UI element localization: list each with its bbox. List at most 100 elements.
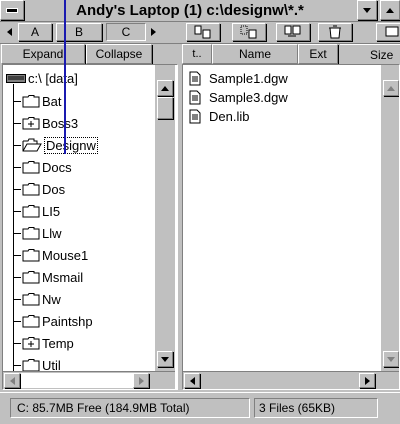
document-icon <box>189 90 201 105</box>
folder-icon <box>22 314 40 328</box>
tree-scroll-up-button[interactable] <box>157 80 173 96</box>
file-horizontal-scrollbar[interactable] <box>183 371 399 389</box>
maximize-button[interactable] <box>380 0 400 20</box>
column-ext-label: Ext <box>309 47 327 61</box>
drive-c-label: C <box>121 25 131 39</box>
collapse-button[interactable]: Collapse <box>86 44 152 64</box>
tree-scroll-down-button[interactable] <box>157 351 173 367</box>
file-list-pane[interactable]: Sample1.dgw Sample3.dgw Den.lib <box>182 64 400 390</box>
sort-button[interactable]: t.. <box>182 44 212 64</box>
arrow-down-icon <box>161 356 169 362</box>
tree-item-paintshp[interactable]: Paintshp <box>13 310 93 332</box>
column-name-label: Name <box>238 47 271 61</box>
tree-scroll-left-button[interactable] <box>4 373 20 388</box>
column-header-ext[interactable]: Ext <box>298 44 338 64</box>
tree-item-label: Bat <box>42 93 62 109</box>
move-icon <box>240 25 257 39</box>
tree-item-docs[interactable]: Docs <box>13 156 72 178</box>
drive-b-button[interactable]: B <box>56 23 102 41</box>
tree-item-label: Boss3 <box>42 115 79 131</box>
tree-item-li5[interactable]: LI5 <box>13 200 60 222</box>
tree-item-label: Designw <box>44 136 98 154</box>
trash-icon <box>329 25 341 39</box>
tree-connector <box>13 122 21 124</box>
tree-scroll-thumb[interactable] <box>157 97 173 119</box>
file-scroll-down-button[interactable] <box>383 351 399 367</box>
tree-pane[interactable]: c:\ [data] Bat Boss3 Designw Docs Dos LI5 Llw M… <box>2 64 178 390</box>
view-button[interactable] <box>376 23 400 41</box>
tree-item-bat[interactable]: Bat <box>13 90 62 112</box>
drive-c-button[interactable]: C <box>106 23 146 41</box>
window-title: Andy's Laptop (1) c:\designw\*.* <box>76 1 304 19</box>
tree-item-boss3[interactable]: Boss3 <box>13 112 78 134</box>
folder-icon <box>22 94 40 108</box>
file-name: Sample3.dgw <box>209 89 288 105</box>
hard-drive-icon <box>6 74 26 83</box>
delete-button[interactable] <box>318 23 352 41</box>
tree-vertical-scrollbar[interactable] <box>155 65 175 371</box>
folder-plus-icon <box>22 116 40 130</box>
tree-item-nw[interactable]: Nw <box>13 288 61 310</box>
drive-a-button[interactable]: A <box>18 23 52 41</box>
tree-connector <box>13 364 21 366</box>
folder-plus-icon <box>22 336 40 350</box>
chevron-up-icon <box>386 7 394 13</box>
status-files-label: 3 Files (65KB) <box>259 401 336 415</box>
file-row[interactable]: Den.lib <box>189 107 249 125</box>
arrow-right-icon <box>138 376 144 385</box>
status-free-label: C: 85.7MB Free (184.9MB Total) <box>17 401 190 415</box>
arrow-up-icon <box>387 85 395 91</box>
arrow-up-icon <box>161 85 169 91</box>
tree-item-llw[interactable]: Llw <box>13 222 62 244</box>
tree-item-label: Mouse1 <box>42 247 89 263</box>
file-scroll-right-button[interactable] <box>359 373 375 388</box>
system-menu-icon <box>6 7 18 13</box>
column-header-name[interactable]: Name <box>212 44 298 64</box>
tree-connector <box>13 210 21 212</box>
tree-root-item[interactable]: c:\ [data] <box>6 67 78 89</box>
tree-item-dos[interactable]: Dos <box>13 178 65 200</box>
column-header-size[interactable]: Size <box>340 44 400 64</box>
tree-item-label: Paintshp <box>42 313 93 329</box>
tree-item-designw[interactable]: Designw <box>13 134 98 156</box>
tree-connector <box>13 254 21 256</box>
minimize-button[interactable] <box>357 0 377 20</box>
file-row[interactable]: Sample3.dgw <box>189 88 288 106</box>
tree-item-mouse1[interactable]: Mouse1 <box>13 244 88 266</box>
copy-button[interactable] <box>186 23 220 41</box>
tree-item-label: Dos <box>42 181 66 197</box>
arrow-right-icon <box>364 376 370 385</box>
tree-scroll-right-button[interactable] <box>133 373 149 388</box>
document-icon <box>189 109 201 124</box>
tree-item-temp[interactable]: Temp <box>13 332 74 354</box>
tree-connector <box>13 232 21 234</box>
tree-connector <box>13 144 21 146</box>
tree-root-label: c:\ [data] <box>28 70 78 86</box>
file-vertical-scrollbar[interactable] <box>381 65 399 371</box>
tree-horizontal-scrollbar[interactable] <box>3 371 175 389</box>
move-button[interactable] <box>232 23 266 41</box>
arrow-left-icon <box>6 28 12 36</box>
tree-connector <box>13 188 21 190</box>
folder-icon <box>22 292 40 306</box>
collapse-label: Collapse <box>95 47 143 61</box>
file-row[interactable]: Sample1.dgw <box>189 69 288 87</box>
drive-scroll-right-button[interactable] <box>146 22 160 42</box>
file-scroll-up-button[interactable] <box>383 80 399 96</box>
expand-button[interactable]: Expand <box>1 44 85 64</box>
file-scroll-left-button[interactable] <box>184 373 200 388</box>
tree-connector <box>13 166 21 168</box>
compare-button[interactable] <box>276 23 310 41</box>
file-name: Den.lib <box>209 108 250 124</box>
system-menu-button[interactable] <box>0 0 24 20</box>
drive-scroll-left-button[interactable] <box>2 22 16 42</box>
tree-connector <box>13 276 21 278</box>
status-file-count: 3 Files (65KB) <box>254 398 378 418</box>
tree-item-label: LI5 <box>42 203 61 219</box>
folder-icon <box>22 226 40 240</box>
tree-item-util[interactable]: Util <box>13 354 61 371</box>
folder-open-icon <box>22 138 42 152</box>
tree-item-msmail[interactable]: Msmail <box>13 266 83 288</box>
document-icon <box>189 71 201 86</box>
arrow-left-icon <box>189 376 195 385</box>
